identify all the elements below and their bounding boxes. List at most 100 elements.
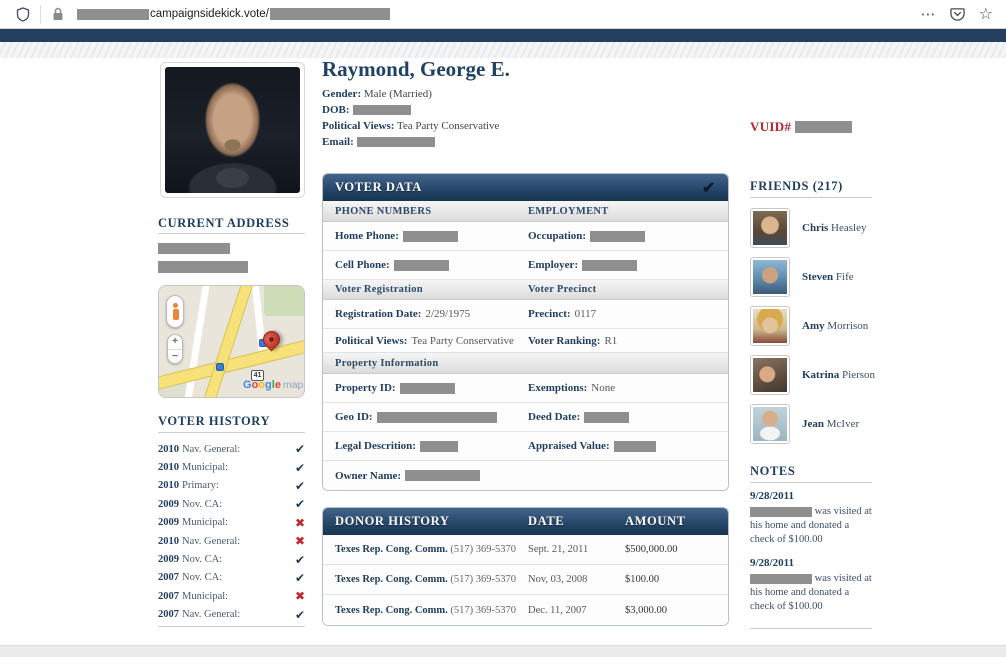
field-value: Tea Party Conservative bbox=[411, 334, 514, 347]
vuid-redacted bbox=[795, 121, 853, 133]
current-address-title: CURRENT ADDRESS bbox=[158, 216, 290, 230]
field-label: Deed Date: bbox=[528, 411, 581, 423]
table-row: Geo ID: Deed Date: bbox=[323, 403, 728, 432]
table-row: Texes Rep. Cong. Comm. (517) 369-5370 Se… bbox=[323, 535, 728, 565]
field-label: Gender: bbox=[322, 88, 362, 100]
check-icon: ✔ bbox=[294, 570, 305, 585]
voter-history-row: 2007 Nov. CA: ✔ bbox=[158, 569, 305, 587]
list-item-friend[interactable]: Katrina Pierson bbox=[750, 355, 885, 395]
friend-last-name: Heasley bbox=[831, 222, 867, 234]
field-label: Geo ID: bbox=[335, 411, 373, 423]
tracking-shield-icon[interactable] bbox=[12, 3, 34, 25]
logo-letter: g bbox=[265, 379, 272, 391]
list-item-friend[interactable]: Amy Morrison bbox=[750, 306, 885, 346]
donor-history-header: DONOR HISTORY DATE AMOUNT bbox=[323, 508, 728, 535]
bookmark-star-icon[interactable]: ☆ bbox=[979, 4, 994, 24]
election-label: Nov. CA: bbox=[182, 498, 223, 510]
friend-avatar bbox=[750, 355, 790, 395]
transit-stop-icon[interactable] bbox=[216, 363, 224, 371]
pocket-icon[interactable] bbox=[947, 3, 969, 25]
field-label: Voter Ranking: bbox=[528, 334, 601, 347]
vuid-field: VUID# bbox=[750, 119, 853, 135]
friend-last-name: Fife bbox=[835, 271, 854, 283]
owner-name-redacted bbox=[405, 470, 481, 481]
donor-name: Texes Rep. Cong. Comm. bbox=[335, 544, 448, 555]
subheader-property-information: Property Information bbox=[335, 357, 439, 369]
field-value: 2/29/1975 bbox=[425, 308, 471, 320]
donor-history-title: DONOR HISTORY bbox=[335, 514, 450, 528]
logo-letter: G bbox=[243, 379, 252, 391]
table-row: Political Views: Tea Party Conservative V… bbox=[323, 329, 728, 353]
dob-field: DOB: bbox=[322, 102, 499, 118]
list-item-friend[interactable]: Jean McIver bbox=[750, 404, 885, 444]
field-label: Email: bbox=[322, 136, 354, 148]
donation-amount: $3,000.00 bbox=[625, 604, 667, 616]
browser-url-bar[interactable]: campaignsidekick.vote/ ⋯ ☆ bbox=[0, 0, 1006, 29]
field-value: Tea Party Conservative bbox=[396, 120, 500, 132]
subheader-phone-numbers: PHONE NUMBERS bbox=[335, 205, 432, 217]
page-title: Raymond, George E. bbox=[322, 57, 510, 81]
voter-history-row: 2010 Nav. General: ✖ bbox=[158, 532, 305, 550]
voter-history-title: VOTER HISTORY bbox=[158, 414, 271, 428]
political-views-field: Political Views: Tea Party Conservative bbox=[322, 118, 499, 134]
list-item-friend[interactable]: Steven Fife bbox=[750, 257, 885, 297]
election-label: Primary: bbox=[182, 480, 219, 492]
friend-first-name: Amy bbox=[802, 320, 825, 332]
election-year: 2007 bbox=[158, 609, 179, 621]
donation-date: Dec. 11, 2007 bbox=[528, 604, 587, 616]
employer-redacted bbox=[582, 259, 638, 271]
subheader-voter-registration: Voter Registration bbox=[335, 284, 423, 295]
table-row: Texes Rep. Cong. Comm. (517) 369-5370 No… bbox=[323, 565, 728, 595]
pegman-icon bbox=[172, 302, 179, 321]
voter-data-header: VOTER DATA ✔ bbox=[323, 174, 728, 201]
note-date: 9/28/2011 bbox=[750, 490, 795, 502]
donation-date: Sept. 21, 2011 bbox=[528, 544, 589, 555]
field-label: Political Views: bbox=[335, 334, 408, 347]
field-label: Home Phone: bbox=[335, 230, 399, 242]
check-icon: ✔ bbox=[294, 497, 305, 512]
email-redacted bbox=[356, 137, 435, 148]
table-row: Owner Name: bbox=[323, 461, 728, 490]
friend-first-name: Steven bbox=[802, 271, 834, 283]
election-label: Nov. CA: bbox=[182, 572, 223, 584]
check-icon: ✔ bbox=[294, 607, 305, 622]
friend-last-name: Morrison bbox=[827, 320, 869, 332]
election-label: Nav. General: bbox=[182, 535, 241, 547]
divider bbox=[40, 5, 41, 23]
column-header-date: DATE bbox=[528, 514, 565, 528]
field-label: Cell Phone: bbox=[335, 259, 390, 271]
logo-letter: e bbox=[274, 379, 281, 391]
url-domain-text[interactable]: campaignsidekick.vote/ bbox=[150, 8, 269, 20]
donor-history-panel: DONOR HISTORY DATE AMOUNT Texes Rep. Con… bbox=[322, 507, 729, 626]
geo-id-redacted bbox=[376, 411, 497, 423]
url-redacted-path bbox=[269, 8, 390, 20]
google-map-embed[interactable]: 41 + − Googlemaps bbox=[158, 285, 305, 398]
field-label: DOB: bbox=[322, 104, 350, 116]
voter-history-row: 2009 Nov. CA: ✔ bbox=[158, 550, 305, 568]
election-label: Nov. CA: bbox=[182, 554, 223, 566]
street-view-pegman-control[interactable] bbox=[166, 295, 184, 328]
check-icon: ✔ bbox=[701, 179, 716, 197]
x-icon: ✖ bbox=[294, 534, 305, 549]
table-row: Texes Rep. Cong. Comm. (517) 369-5370 De… bbox=[323, 595, 728, 625]
field-value: R1 bbox=[604, 334, 618, 347]
cell-phone-redacted bbox=[393, 259, 449, 271]
field-label: Political Views: bbox=[322, 120, 395, 132]
page-actions-icon[interactable]: ⋯ bbox=[921, 5, 937, 23]
zoom-out-button[interactable]: − bbox=[168, 350, 182, 364]
election-year: 2010 bbox=[158, 535, 179, 547]
striped-background-band bbox=[0, 42, 1006, 58]
lock-icon[interactable] bbox=[47, 3, 69, 25]
map-zoom-control[interactable]: + − bbox=[167, 334, 183, 364]
voter-history-row: 2010 Municipal: ✔ bbox=[158, 458, 305, 476]
election-year: 2010 bbox=[158, 480, 179, 492]
election-label: Municipal: bbox=[182, 517, 229, 529]
list-item-friend[interactable]: Chris Heasley bbox=[750, 208, 885, 248]
friends-title: FRIENDS (217) bbox=[750, 179, 843, 193]
divider bbox=[750, 197, 872, 198]
profile-photo bbox=[160, 62, 305, 198]
notes-title: NOTES bbox=[750, 464, 796, 478]
election-label: Municipal: bbox=[182, 462, 229, 474]
address-line-2-redacted bbox=[158, 261, 248, 273]
zoom-in-button[interactable]: + bbox=[168, 335, 182, 350]
